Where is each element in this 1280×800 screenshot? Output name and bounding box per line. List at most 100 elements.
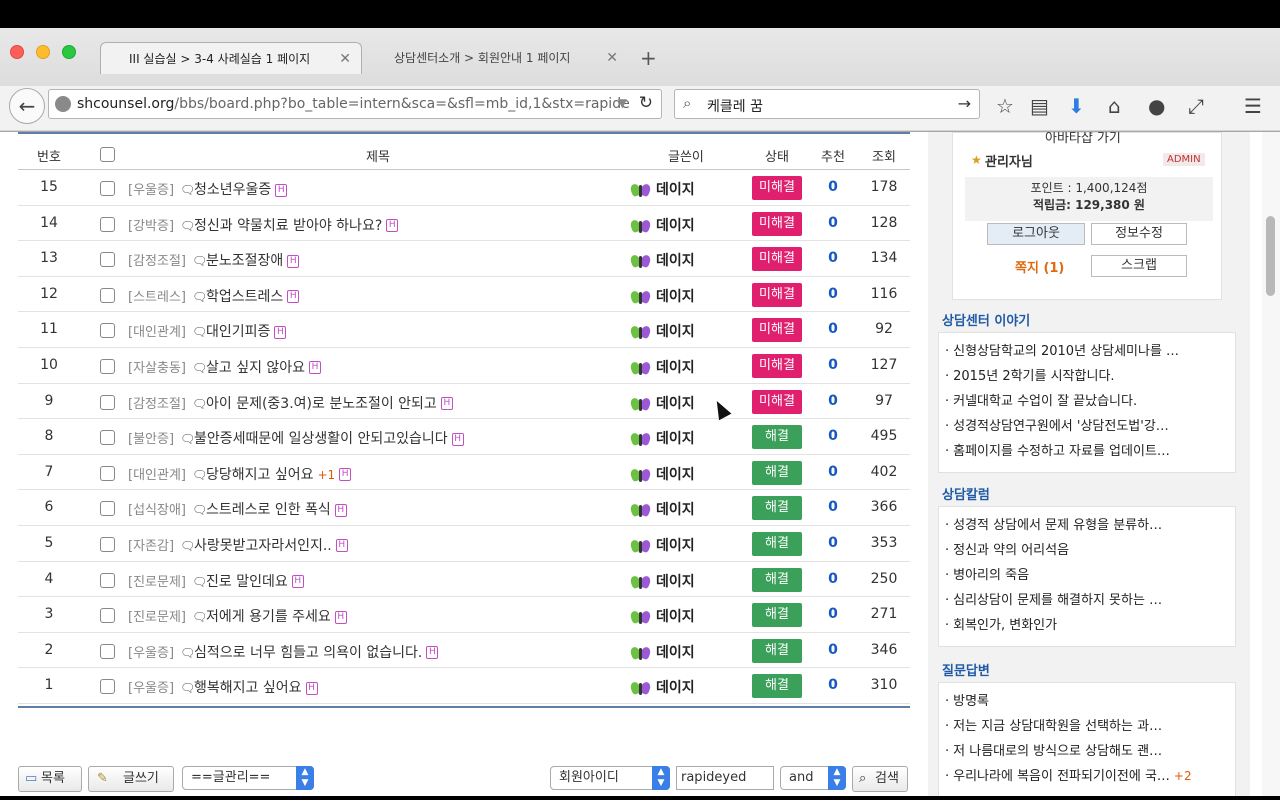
- sidebar-list-item[interactable]: · 신형상담학교의 2010년 상담세미나를 …: [939, 339, 1235, 364]
- search-go-icon[interactable]: →: [958, 94, 971, 113]
- sidebar-list-item[interactable]: · 커넬대학교 수업이 잘 끝났습니다.: [939, 389, 1235, 414]
- browser-tab[interactable]: 상담센터소개 > 회원안내 1 페이지 ✕: [366, 42, 628, 74]
- row-checkbox[interactable]: [100, 181, 115, 196]
- author-cell[interactable]: 데이지: [629, 535, 695, 555]
- author-cell[interactable]: 데이지: [629, 428, 695, 448]
- address-bar[interactable]: shcounsel.org/bbs/board.php?bo_table=int…: [48, 89, 662, 119]
- sidebar-list-item[interactable]: · 저는 지금 상담대학원을 선택하는 과…: [939, 714, 1235, 739]
- table-row[interactable]: 2 [우울증] 🗨심적으로 너무 힘들고 의욕이 없습니다. H 데이지 해결 0 346: [18, 633, 910, 669]
- scrap-button[interactable]: 스크랩: [1091, 255, 1187, 277]
- post-category[interactable]: [감정조절]: [128, 254, 186, 269]
- post-category[interactable]: [불안증]: [128, 432, 174, 447]
- sidebar-section-title[interactable]: 질문답변: [942, 660, 990, 679]
- author-cell[interactable]: 데이지: [629, 215, 695, 235]
- tab-close-icon[interactable]: ✕: [339, 43, 351, 75]
- scrollbar[interactable]: [1262, 132, 1280, 796]
- table-row[interactable]: 3 [진로문제] 🗨저에게 용기를 주세요 H 데이지 해결 0 271: [18, 597, 910, 633]
- row-checkbox[interactable]: [100, 608, 115, 624]
- post-category[interactable]: [스트레스]: [128, 290, 186, 305]
- download-icon[interactable]: ⬇: [1068, 94, 1085, 118]
- select-all-checkbox[interactable]: [100, 147, 115, 162]
- author-cell[interactable]: 데이지: [629, 642, 695, 662]
- post-category[interactable]: [우울증]: [128, 183, 174, 198]
- row-checkbox[interactable]: [100, 394, 115, 410]
- row-checkbox[interactable]: [100, 287, 115, 303]
- browser-tab-active[interactable]: III 실습실 > 3-4 사례실습 1 페이지 ✕: [100, 42, 362, 74]
- author-cell[interactable]: 데이지: [629, 286, 695, 306]
- search-bar[interactable]: ⌕ 케클레 꿈 →: [674, 89, 980, 119]
- author-cell[interactable]: 데이지: [629, 321, 695, 341]
- sidebar-list-item[interactable]: · 저 나름대로의 방식으로 상담해도 괜…: [939, 739, 1235, 764]
- sidebar-list-item[interactable]: · 성경적 상담에서 문제 유형을 분류하…: [939, 513, 1235, 538]
- author-cell[interactable]: 데이지: [629, 179, 695, 199]
- author-cell[interactable]: 데이지: [629, 464, 695, 484]
- sidebar-list-item[interactable]: · 심리상담이 문제를 해결하지 못하는 …: [939, 588, 1235, 613]
- table-row[interactable]: 4 [진로문제] 🗨진로 말인데요 H 데이지 해결 0 250: [18, 562, 910, 598]
- row-checkbox[interactable]: [100, 679, 115, 695]
- table-row[interactable]: 7 [대인관계] 🗨당당해지고 싶어요 +1 H 데이지 해결 0 402: [18, 455, 910, 491]
- post-category[interactable]: [대인관계]: [128, 468, 186, 483]
- home-icon[interactable]: ⌂: [1108, 94, 1121, 118]
- post-title-link[interactable]: 진로 말인데요: [206, 574, 288, 590]
- avatar-shop-link[interactable]: 아바타샵 가기: [1045, 132, 1121, 146]
- post-category[interactable]: [우울증]: [128, 646, 174, 661]
- history-dropdown-icon[interactable]: ▼: [618, 96, 627, 110]
- sidebar-list-item[interactable]: · 우리나라에 복음이 전파되기이전에 국… +2: [939, 764, 1235, 789]
- row-checkbox[interactable]: [100, 323, 115, 339]
- table-row[interactable]: 12 [스트레스] 🗨학업스트레스 H 데이지 미해결 0 116: [18, 277, 910, 313]
- back-button[interactable]: ←: [9, 88, 45, 124]
- post-category[interactable]: [섭식장애]: [128, 503, 186, 518]
- menu-icon[interactable]: ☰: [1244, 94, 1262, 118]
- post-title-link[interactable]: 정신과 약물치료 받아야 하나요?: [194, 218, 382, 234]
- zoom-window-button[interactable]: [62, 45, 76, 59]
- row-checkbox[interactable]: [100, 501, 115, 517]
- row-checkbox[interactable]: [100, 430, 115, 446]
- post-title-link[interactable]: 청소년우울증: [194, 182, 271, 198]
- post-category[interactable]: [감정조절]: [128, 397, 186, 412]
- author-cell[interactable]: 데이지: [629, 393, 695, 413]
- post-title-link[interactable]: 대인기피증: [206, 324, 270, 340]
- table-row[interactable]: 14 [강박증] 🗨정신과 약물치료 받아야 하나요? H 데이지 미해결 0 128: [18, 206, 910, 242]
- manage-select[interactable]: ==글관리== ▲ ▼: [182, 766, 314, 790]
- sidebar-list-item[interactable]: · 홈페이지를 수정하고 자료를 업데이트…: [939, 439, 1235, 464]
- row-checkbox[interactable]: [100, 216, 115, 232]
- reading-list-icon[interactable]: ▤: [1030, 94, 1049, 118]
- row-checkbox[interactable]: [100, 465, 115, 481]
- author-cell[interactable]: 데이지: [629, 250, 695, 270]
- sidebar-list-item[interactable]: · 회복인가, 변화인가: [939, 613, 1235, 638]
- memo-link[interactable]: 쪽지 (1): [1015, 257, 1064, 276]
- close-window-button[interactable]: [10, 45, 24, 59]
- post-category[interactable]: [강박증]: [128, 219, 174, 234]
- write-button[interactable]: ✎ 글쓰기: [88, 766, 174, 792]
- scrollbar-thumb[interactable]: [1266, 216, 1275, 296]
- post-category[interactable]: [우울증]: [128, 681, 174, 696]
- edit-info-button[interactable]: 정보수정: [1091, 223, 1187, 245]
- table-row[interactable]: 1 [우울증] 🗨행복해지고 싶어요 H 데이지 해결 0 310: [18, 668, 910, 704]
- table-row[interactable]: 8 [불안증] 🗨불안증세때문에 일상생활이 안되고있습니다 H 데이지 해결 0 495: [18, 419, 910, 455]
- search-op-select[interactable]: and ▲ ▼: [780, 766, 846, 790]
- minimize-window-button[interactable]: [36, 45, 50, 59]
- post-category[interactable]: [대인관계]: [128, 325, 186, 340]
- post-category[interactable]: [진로문제]: [128, 575, 186, 590]
- admin-badge[interactable]: ADMIN: [1163, 153, 1205, 166]
- post-title-link[interactable]: 학업스트레스: [206, 289, 283, 305]
- search-button[interactable]: ⌕ 검색: [852, 766, 908, 792]
- chat-icon[interactable]: ●: [1148, 94, 1165, 118]
- author-cell[interactable]: 데이지: [629, 677, 695, 697]
- table-row[interactable]: 15 [우울증] 🗨청소년우울증 H 데이지 미해결 0 178: [18, 170, 910, 206]
- row-checkbox[interactable]: [100, 358, 115, 374]
- row-checkbox[interactable]: [100, 643, 115, 659]
- table-row[interactable]: 11 [대인관계] 🗨대인기피증 H 데이지 미해결 0 92: [18, 312, 910, 348]
- table-row[interactable]: 9 [감정조절] 🗨아이 문제(중3.여)로 분노조절이 안되고 H 데이지 미해결 0 97: [18, 384, 910, 420]
- fullscreen-icon[interactable]: ⤢: [1188, 94, 1204, 118]
- post-title-link[interactable]: 아이 문제(중3.여)로 분노조절이 안되고: [206, 396, 437, 412]
- row-checkbox[interactable]: [100, 536, 115, 552]
- author-cell[interactable]: 데이지: [629, 606, 695, 626]
- new-tab-button[interactable]: +: [640, 46, 657, 70]
- post-title-link[interactable]: 행복해지고 싶어요: [194, 680, 302, 696]
- logout-button[interactable]: 로그아웃: [987, 223, 1085, 245]
- post-category[interactable]: [자살충동]: [128, 361, 186, 376]
- post-title-link[interactable]: 분노조절장애: [206, 253, 283, 269]
- post-title-link[interactable]: 심적으로 너무 힘들고 의욕이 없습니다.: [194, 645, 422, 661]
- sidebar-list-item[interactable]: · 병아리의 죽음: [939, 563, 1235, 588]
